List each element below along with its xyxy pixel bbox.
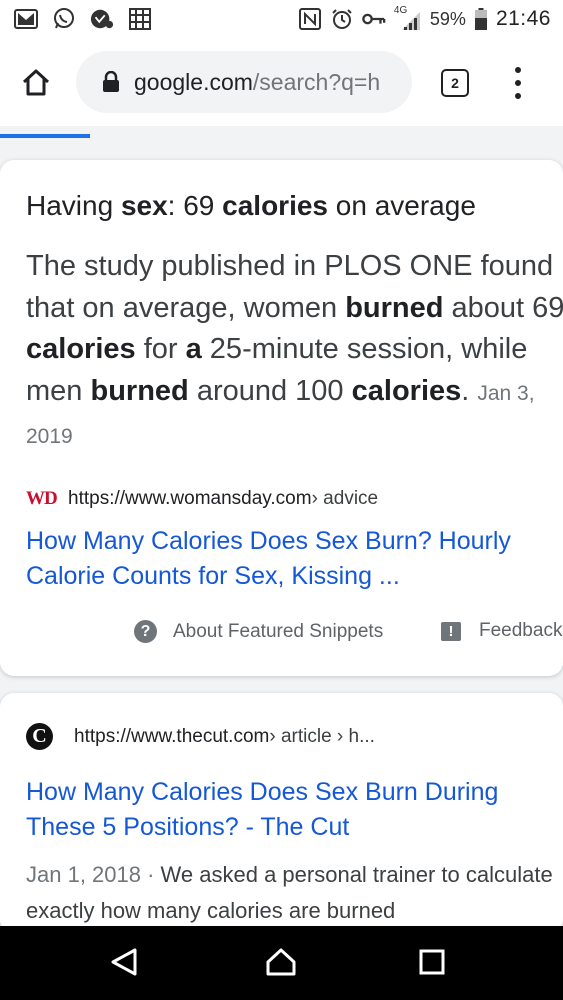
body-text: for <box>135 333 186 365</box>
gmail-icon <box>14 7 38 31</box>
source-url: https://www.womansday.com <box>68 488 312 509</box>
source-row[interactable]: C https://www.thecut.com › article › h..… <box>26 723 375 750</box>
nfc-icon <box>298 7 322 31</box>
body-text: around 100 <box>188 374 352 407</box>
result-title-link[interactable]: How Many Calories Does Sex Burn? Hourly … <box>26 524 561 593</box>
url-bar[interactable]: google.com/search?q=h <box>76 51 412 113</box>
snippet-body: The study published in PLOS ONE found th… <box>26 246 563 458</box>
heading-text: Having <box>26 190 121 221</box>
alarm-icon <box>330 7 354 31</box>
home-nav-button[interactable] <box>265 946 297 978</box>
source-url: https://www.thecut.com <box>74 725 270 747</box>
key-icon <box>362 7 386 31</box>
result-snippet: Jan 1, 2018 · We asked a personal traine… <box>26 857 556 929</box>
signal-icon: 4G <box>393 5 422 31</box>
heading-text: : 69 <box>167 190 223 221</box>
heading-bold: calories <box>222 190 328 221</box>
help-icon: ? <box>134 620 157 643</box>
tab-switcher-button[interactable]: 2 <box>441 69 469 97</box>
featured-snippet-card: Having sex: 69 calories on average The s… <box>0 160 563 676</box>
network-type: 4G <box>393 5 408 16</box>
clock: 21:46 <box>495 7 551 30</box>
whatsapp-icon <box>52 7 76 31</box>
menu-button[interactable] <box>506 63 530 103</box>
navigation-bar <box>0 926 563 1000</box>
feedback-link[interactable]: ! Feedback <box>441 620 562 642</box>
dot <box>515 80 521 86</box>
url-path: /search?q=h <box>252 68 381 95</box>
body-text: about 69 <box>443 291 563 324</box>
battery-icon <box>474 7 488 31</box>
lock-icon <box>102 71 120 93</box>
back-button[interactable] <box>108 946 140 978</box>
status-bar: 4G 59% 21:46 <box>0 0 563 38</box>
snippet-footer: ? About Featured Snippets ! Feedback <box>0 616 563 652</box>
feedback-label: Feedback <box>479 620 563 641</box>
app-icon <box>128 7 152 31</box>
body-text: . <box>461 374 470 407</box>
dot <box>515 67 521 73</box>
home-nav-icon <box>266 948 296 976</box>
about-label: About Featured Snippets <box>173 620 384 642</box>
result-title-link[interactable]: How Many Calories Does Sex Burn During T… <box>26 775 561 844</box>
recents-button[interactable] <box>416 946 448 978</box>
thecut-logo: C <box>26 723 53 750</box>
back-icon <box>111 948 137 976</box>
body-bold: burned <box>90 374 189 407</box>
page-progress-indicator <box>0 134 90 138</box>
body-bold: burned <box>345 291 444 324</box>
source-row[interactable]: WD https://www.womansday.com › advice <box>26 488 378 510</box>
source-path: › article › h... <box>269 725 375 747</box>
about-featured-snippets-link[interactable]: ? About Featured Snippets <box>134 620 383 643</box>
body-bold: calories <box>26 333 136 365</box>
battery-percent: 59% <box>429 8 466 29</box>
body-bold: a <box>185 333 202 365</box>
browser-toolbar: google.com/search?q=h 2 <box>0 38 563 126</box>
home-icon <box>22 69 50 96</box>
womansday-logo: WD <box>26 488 58 509</box>
heading-bold: sex <box>120 190 168 221</box>
feedback-icon: ! <box>441 621 461 641</box>
dot <box>515 93 521 99</box>
result-date: Jan 1, 2018 <box>26 862 141 887</box>
heading-text: on average <box>328 190 476 221</box>
source-path: › advice <box>311 488 379 509</box>
recents-icon <box>419 949 445 975</box>
body-bold: calories <box>351 374 462 407</box>
snippet-heading: Having sex: 69 calories on average <box>26 190 476 222</box>
url-domain: google.com <box>134 68 253 95</box>
vpn-key-icon <box>90 7 114 31</box>
home-button[interactable] <box>16 62 56 102</box>
separator: · <box>140 862 161 887</box>
search-result-card: C https://www.thecut.com › article › h..… <box>0 693 563 933</box>
